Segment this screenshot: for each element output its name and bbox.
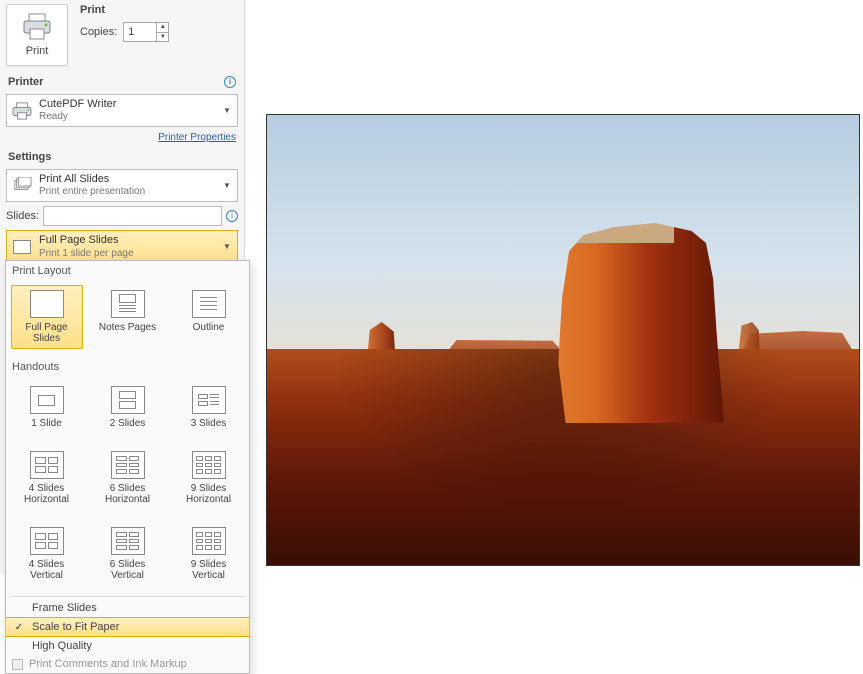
layout-item-label: Full Page Slides (12, 322, 82, 344)
thumb-icon (111, 386, 145, 414)
layout-combo[interactable]: Full Page Slides Print 1 slide per page … (6, 230, 238, 263)
layout-item-label: 6 Slides Horizontal (93, 483, 163, 505)
handout-3-slides[interactable]: 3 Slides (173, 381, 245, 434)
layout-title: Full Page Slides (39, 234, 221, 247)
print-section-title: Print (80, 4, 169, 20)
handouts-row-3: 4 Slides Vertical 6 Slides Vertical 9 Sl… (6, 518, 249, 594)
option-label: High Quality (32, 640, 92, 652)
check-icon (12, 659, 23, 670)
layout-item-label: Notes Pages (99, 322, 156, 333)
thumb-icon (192, 386, 226, 414)
handout-4-vertical[interactable]: 4 Slides Vertical (11, 522, 83, 586)
print-title-copies: Print Copies: 1 ▲ ▼ (80, 4, 169, 42)
handouts-heading: Handouts (6, 357, 249, 377)
layout-item-label: 4 Slides Vertical (12, 559, 82, 581)
thumb-icon (111, 451, 145, 479)
thumb-icon (192, 290, 226, 318)
layout-full-page-slides[interactable]: Full Page Slides (11, 285, 83, 349)
option-print-comments: Print Comments and Ink Markup (6, 655, 249, 673)
print-what-texts: Print All Slides Print entire presentati… (39, 173, 221, 198)
settings-heading-row: Settings (0, 149, 244, 167)
layout-outline[interactable]: Outline (173, 285, 245, 349)
thumb-icon (30, 451, 64, 479)
slides-range-row: Slides: i (6, 206, 238, 226)
preview-butte-main (551, 223, 731, 423)
chevron-down-icon: ▼ (221, 242, 233, 251)
print-what-combo[interactable]: Print All Slides Print entire presentati… (6, 169, 238, 202)
slides-input[interactable] (43, 206, 222, 226)
handout-6-horizontal[interactable]: 6 Slides Horizontal (92, 446, 164, 510)
print-header-block: Print Print Copies: 1 ▲ ▼ (0, 0, 244, 70)
printer-combo-texts: CutePDF Writer Ready (39, 98, 221, 123)
copies-row: Copies: 1 ▲ ▼ (80, 22, 169, 42)
thumb-icon (30, 527, 64, 555)
print-preview (266, 114, 860, 566)
printer-properties-row: Printer Properties (0, 129, 244, 149)
chevron-down-icon: ▼ (221, 106, 233, 115)
thumb-icon (111, 527, 145, 555)
handout-9-vertical[interactable]: 9 Slides Vertical (173, 522, 245, 586)
thumb-icon (111, 290, 145, 318)
slides-label: Slides: (6, 210, 39, 222)
layout-subtitle: Print 1 slide per page (39, 248, 221, 260)
handout-9-horizontal[interactable]: 9 Slides Horizontal (173, 446, 245, 510)
layout-item-label: 9 Slides Vertical (174, 559, 244, 581)
option-high-quality[interactable]: High Quality (6, 637, 249, 655)
option-scale-to-fit[interactable]: ✓ Scale to Fit Paper (6, 617, 249, 637)
print-layout-heading: Print Layout (6, 261, 249, 281)
handout-4-horizontal[interactable]: 4 Slides Horizontal (11, 446, 83, 510)
print-button-label: Print (26, 45, 49, 57)
option-label: Print Comments and Ink Markup (29, 658, 187, 670)
info-icon[interactable]: i (224, 76, 236, 88)
layout-item-label: Outline (193, 322, 225, 333)
separator (10, 596, 245, 597)
thumb-icon (192, 527, 226, 555)
print-layout-grid: Full Page Slides Notes Pages Outline (6, 281, 249, 357)
layout-dropdown-panel: Print Layout Full Page Slides Notes Page… (5, 260, 250, 674)
option-label: Scale to Fit Paper (32, 621, 119, 633)
thumb-icon (30, 386, 64, 414)
copies-down-button[interactable]: ▼ (156, 33, 168, 42)
layout-item-label: 3 Slides (191, 418, 227, 429)
layout-combo-texts: Full Page Slides Print 1 slide per page (39, 234, 221, 259)
handout-1-slide[interactable]: 1 Slide (11, 381, 83, 434)
chevron-down-icon: ▼ (221, 181, 233, 190)
handouts-row-1: 1 Slide 2 Slides 3 Slides (6, 377, 249, 442)
print-what-title: Print All Slides (39, 173, 221, 186)
handout-2-slides[interactable]: 2 Slides (92, 381, 164, 434)
printer-status: Ready (39, 111, 221, 123)
copies-value: 1 (124, 23, 134, 41)
layout-item-label: 9 Slides Horizontal (174, 483, 244, 505)
check-icon: ✓ (12, 622, 26, 633)
printer-heading: Printer (8, 76, 43, 88)
option-label: Frame Slides (32, 602, 97, 614)
handouts-row-2: 4 Slides Horizontal 6 Slides Horizontal … (6, 442, 249, 518)
printer-icon (21, 13, 53, 41)
copies-stepper[interactable]: 1 ▲ ▼ (123, 22, 169, 42)
layout-item-label: 1 Slide (31, 418, 62, 429)
printer-heading-row: Printer i (0, 70, 244, 92)
copies-up-button[interactable]: ▲ (156, 23, 168, 33)
layout-item-label: 4 Slides Horizontal (12, 483, 82, 505)
page-icon (11, 236, 33, 258)
settings-heading: Settings (8, 151, 51, 163)
thumb-icon (192, 451, 226, 479)
layout-notes-pages[interactable]: Notes Pages (92, 285, 164, 349)
printer-icon (11, 100, 33, 122)
slides-stack-icon (11, 175, 33, 197)
printer-properties-link[interactable]: Printer Properties (158, 132, 236, 143)
printer-name: CutePDF Writer (39, 98, 221, 111)
thumb-icon (30, 290, 64, 318)
printer-combo[interactable]: CutePDF Writer Ready ▼ (6, 94, 238, 127)
print-what-subtitle: Print entire presentation (39, 186, 221, 198)
print-button[interactable]: Print (6, 4, 68, 66)
copies-label: Copies: (80, 26, 117, 38)
info-icon[interactable]: i (226, 210, 238, 222)
layout-item-label: 2 Slides (110, 418, 146, 429)
option-frame-slides[interactable]: Frame Slides (6, 599, 249, 617)
layout-item-label: 6 Slides Vertical (93, 559, 163, 581)
handout-6-vertical[interactable]: 6 Slides Vertical (92, 522, 164, 586)
